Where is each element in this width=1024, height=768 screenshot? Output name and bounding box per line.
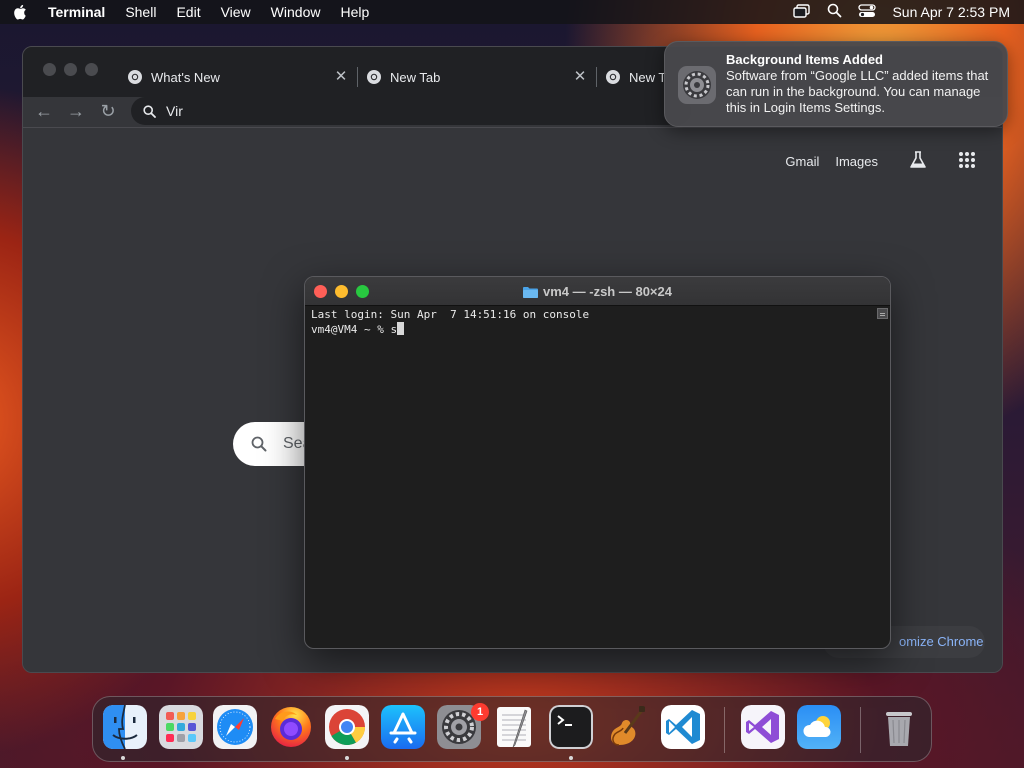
menu-shell[interactable]: Shell: [125, 0, 156, 24]
launchpad-icon[interactable]: [159, 705, 203, 749]
gmail-link[interactable]: Gmail: [785, 154, 819, 169]
spotlight-search-icon[interactable]: [827, 3, 842, 21]
search-icon: [251, 436, 267, 452]
menubar-clock[interactable]: Sun Apr 7 2:53 PM: [892, 4, 1010, 20]
close-tab-icon[interactable]: ✕: [333, 69, 349, 85]
visual-studio-icon[interactable]: [741, 705, 785, 749]
back-arrow-icon[interactable]: ←: [33, 100, 55, 122]
menu-edit[interactable]: Edit: [176, 0, 200, 24]
terminal-output[interactable]: Last login: Sun Apr 7 14:51:16 on consol…: [311, 308, 874, 648]
app-store-icon[interactable]: [381, 705, 425, 749]
vscode-icon[interactable]: [661, 705, 705, 749]
terminal-last-login-line: Last login: Sun Apr 7 14:51:16 on consol…: [311, 308, 590, 321]
dock-separator: [724, 707, 725, 753]
minimize-window-button[interactable]: [64, 63, 77, 76]
chrome-favicon-icon: [606, 70, 620, 84]
chrome-favicon-icon: [128, 70, 142, 84]
running-indicator: [569, 756, 573, 760]
menu-view[interactable]: View: [221, 0, 251, 24]
google-header-links: Gmail Images: [785, 150, 976, 173]
notification-badge: 1: [471, 703, 489, 721]
terminal-scroll-marker[interactable]: [877, 308, 888, 319]
terminal-app-icon[interactable]: [549, 705, 593, 749]
tab-label: New T: [629, 69, 667, 85]
screen-mirroring-icon[interactable]: [793, 3, 811, 21]
running-indicator: [121, 756, 125, 760]
menu-bar: Terminal Shell Edit View Window Help Sun…: [0, 0, 1024, 24]
tab-divider: [596, 67, 597, 87]
terminal-prompt-text: vm4@VM4 ~ % s: [311, 323, 398, 336]
finder-icon[interactable]: [103, 705, 147, 749]
terminal-title-text: vm4 — -zsh — 80×24: [543, 284, 672, 299]
chrome-icon[interactable]: [325, 705, 369, 749]
textedit-icon[interactable]: [493, 705, 537, 749]
running-indicator: [345, 756, 349, 760]
tab-label: New Tab: [390, 69, 441, 85]
address-bar[interactable]: Vir: [131, 97, 691, 125]
close-window-button[interactable]: [43, 63, 56, 76]
text-cursor: [397, 322, 405, 335]
firefox-icon[interactable]: [269, 705, 313, 749]
labs-flask-icon[interactable]: [908, 150, 928, 173]
terminal-prompt-line: vm4@VM4 ~ % s: [311, 322, 874, 337]
forward-arrow-icon[interactable]: →: [65, 100, 87, 122]
menu-app-terminal[interactable]: Terminal: [48, 0, 105, 24]
reload-icon[interactable]: ↻: [97, 100, 119, 122]
close-tab-icon[interactable]: ✕: [572, 69, 588, 85]
background-items-notification[interactable]: Background Items Added Software from “Go…: [664, 41, 1008, 127]
terminal-title-bar[interactable]: vm4 — -zsh — 80×24: [305, 277, 890, 306]
tab-new-tab[interactable]: New Tab ✕: [366, 57, 588, 97]
dock-separator: [860, 707, 861, 753]
search-icon: [143, 104, 156, 118]
tab-whats-new[interactable]: What's New ✕: [127, 57, 349, 97]
tab-divider: [357, 67, 358, 87]
chrome-window-controls: [43, 63, 98, 76]
address-bar-value: Vir: [166, 103, 183, 119]
folder-icon: [523, 287, 538, 298]
chrome-favicon-icon: [367, 70, 381, 84]
images-link[interactable]: Images: [835, 154, 878, 169]
zoom-window-button[interactable]: [85, 63, 98, 76]
weather-icon[interactable]: [797, 705, 841, 749]
tab-label: What's New: [151, 69, 220, 85]
notification-body: Software from “Google LLC” added items t…: [726, 68, 989, 115]
system-settings-gear-icon: [678, 66, 716, 104]
terminal-window[interactable]: vm4 — -zsh — 80×24 Last login: Sun Apr 7…: [304, 276, 891, 649]
menu-window[interactable]: Window: [271, 0, 321, 24]
notification-title: Background Items Added: [726, 52, 883, 67]
google-apps-grid-icon[interactable]: [958, 151, 976, 172]
apple-menu-icon[interactable]: [12, 4, 28, 20]
control-center-icon[interactable]: [858, 3, 877, 21]
menu-help[interactable]: Help: [340, 0, 369, 24]
trash-icon[interactable]: [877, 705, 921, 749]
terminal-title: vm4 — -zsh — 80×24: [305, 277, 890, 306]
safari-icon[interactable]: [213, 705, 257, 749]
dock: 1: [92, 696, 932, 762]
garageband-icon[interactable]: [605, 705, 649, 749]
